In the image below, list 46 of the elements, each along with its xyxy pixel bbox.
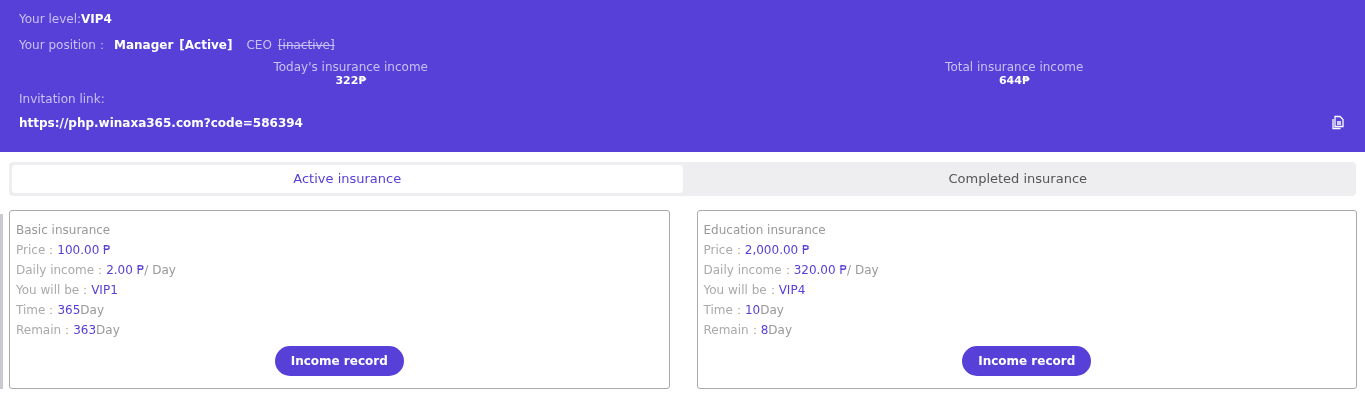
field-unit: Day (96, 322, 120, 339)
position-name: CEO (246, 37, 272, 54)
field-value: 2,000.00 ₱ (744, 242, 810, 259)
field-value: 2.00 ₱ (106, 262, 145, 279)
income-record-button[interactable]: Income record (274, 346, 404, 376)
field-label: Remain： (703, 322, 761, 339)
field-unit: Day (768, 322, 792, 339)
tab[interactable]: Completed insurance (682, 165, 1353, 193)
field-value: 320.00 ₱ (793, 262, 848, 279)
stat-label: Today's insurance income (273, 60, 428, 74)
field-value: 100.00 ₱ (57, 242, 111, 259)
field-label: Time： (16, 302, 58, 319)
card-title: Education insurance (703, 222, 827, 239)
invitation-link[interactable]: https://php.winaxa365.com?code=586394 (19, 114, 303, 132)
field-label: Daily income： (703, 262, 794, 279)
field-label: Price： (703, 242, 745, 259)
field-label: Daily income： (16, 262, 107, 279)
level-label: Your level: (19, 11, 81, 28)
field-value: 363 (73, 322, 97, 339)
income-record-button[interactable]: Income record (962, 346, 1092, 376)
position-name: Manager (113, 37, 174, 54)
field-unit: / Day (144, 262, 176, 279)
stat-value: 644₱ (998, 74, 1030, 88)
field-label: Time： (703, 302, 745, 319)
field-label: You will be： (16, 282, 92, 299)
position-label: Your position： (19, 37, 108, 54)
field-unit: Day (80, 302, 104, 319)
copy-icon[interactable] (1330, 115, 1346, 131)
stat-label: Total insurance income (945, 60, 1084, 74)
field-value: VIP4 (778, 282, 806, 299)
field-value: 365 (57, 302, 81, 319)
field-label: Remain： (16, 322, 74, 339)
level-value: VIP4 (81, 11, 112, 28)
field-value: 10 (744, 302, 761, 319)
tab[interactable]: Active insurance (12, 165, 683, 193)
field-unit: Day (760, 302, 784, 319)
field-value: 8 (760, 322, 769, 339)
card-title: Basic insurance (16, 222, 112, 239)
position-status: [inactive] (277, 37, 335, 54)
field-label: You will be： (703, 282, 779, 299)
position-status: [Active] (179, 37, 233, 54)
field-label: Price： (16, 242, 58, 259)
field-value: VIP1 (91, 282, 118, 299)
stat-value: 322₱ (335, 74, 367, 88)
field-unit: / Day (847, 262, 879, 279)
invitation-label: Invitation link: (19, 91, 106, 108)
